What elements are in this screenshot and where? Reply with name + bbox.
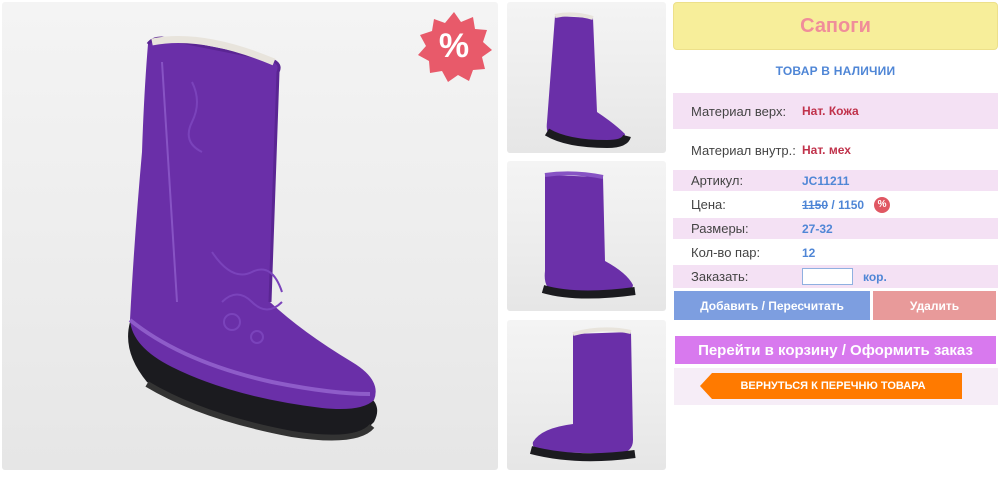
thumbnail-1[interactable] [507,2,666,153]
order-unit: кор. [863,269,887,284]
detail-label: Материал внутр.: [691,142,796,158]
detail-row-price: Цена: 1150 / 1150 % [673,194,998,215]
add-recalculate-button[interactable]: Добавить / Пересчитать [674,291,870,320]
boot-thumbnail-image [529,327,636,462]
sale-badge-label: % [438,26,470,65]
back-button-label: ВЕРНУТЬСЯ К ПЕРЕЧНЮ ТОВАРА [740,380,926,392]
thumbnail-2[interactable] [507,161,666,311]
sale-badge: % [415,10,493,82]
order-quantity-input[interactable] [802,268,853,285]
price-value: 1150 / 1150 [802,198,864,212]
detail-row-article: Артикул: JC11211 [673,170,998,191]
boot-thumbnail-image [544,12,631,149]
detail-value: Нат. Кожа [802,104,859,118]
detail-label: Артикул: [691,173,744,188]
detail-label: Материал верх: [691,103,787,119]
detail-row-material-top: Материал верх: Нат. Кожа [673,93,998,129]
detail-label: Размеры: [691,221,749,236]
thumbnail-3[interactable] [507,320,666,470]
stock-status: ТОВАР В НАЛИЧИИ [775,64,896,78]
delete-button[interactable]: Удалить [873,291,996,320]
detail-label: Цена: [691,197,726,212]
old-price: 1150 [802,197,829,212]
product-title: Сапоги [673,2,998,50]
new-price: 1150 [838,197,865,212]
main-product-photo[interactable]: % [2,2,498,470]
boot-thumbnail-image [541,171,636,299]
detail-value: JC11211 [802,173,850,188]
back-to-list-button[interactable]: ВЕРНУТЬСЯ К ПЕРЕЧНЮ ТОВАРА [700,373,962,399]
detail-value: 12 [802,245,816,260]
detail-label: Заказать: [691,269,749,284]
discount-icon: % [874,196,891,213]
price-separator: / [828,197,839,212]
detail-row-material-inner: Материал внутр.: Нат. мех [673,132,998,168]
detail-row-sizes: Размеры: 27-32 [673,218,998,239]
detail-value: Нат. мех [802,143,851,157]
detail-value: 27-32 [802,221,833,236]
detail-row-order: Заказать: кор. [673,265,998,288]
detail-label: Кол-во пар: [691,245,761,260]
detail-row-pairs: Кол-во пар: 12 [673,242,998,263]
go-to-cart-button[interactable]: Перейти в корзину / Оформить заказ [675,336,996,364]
